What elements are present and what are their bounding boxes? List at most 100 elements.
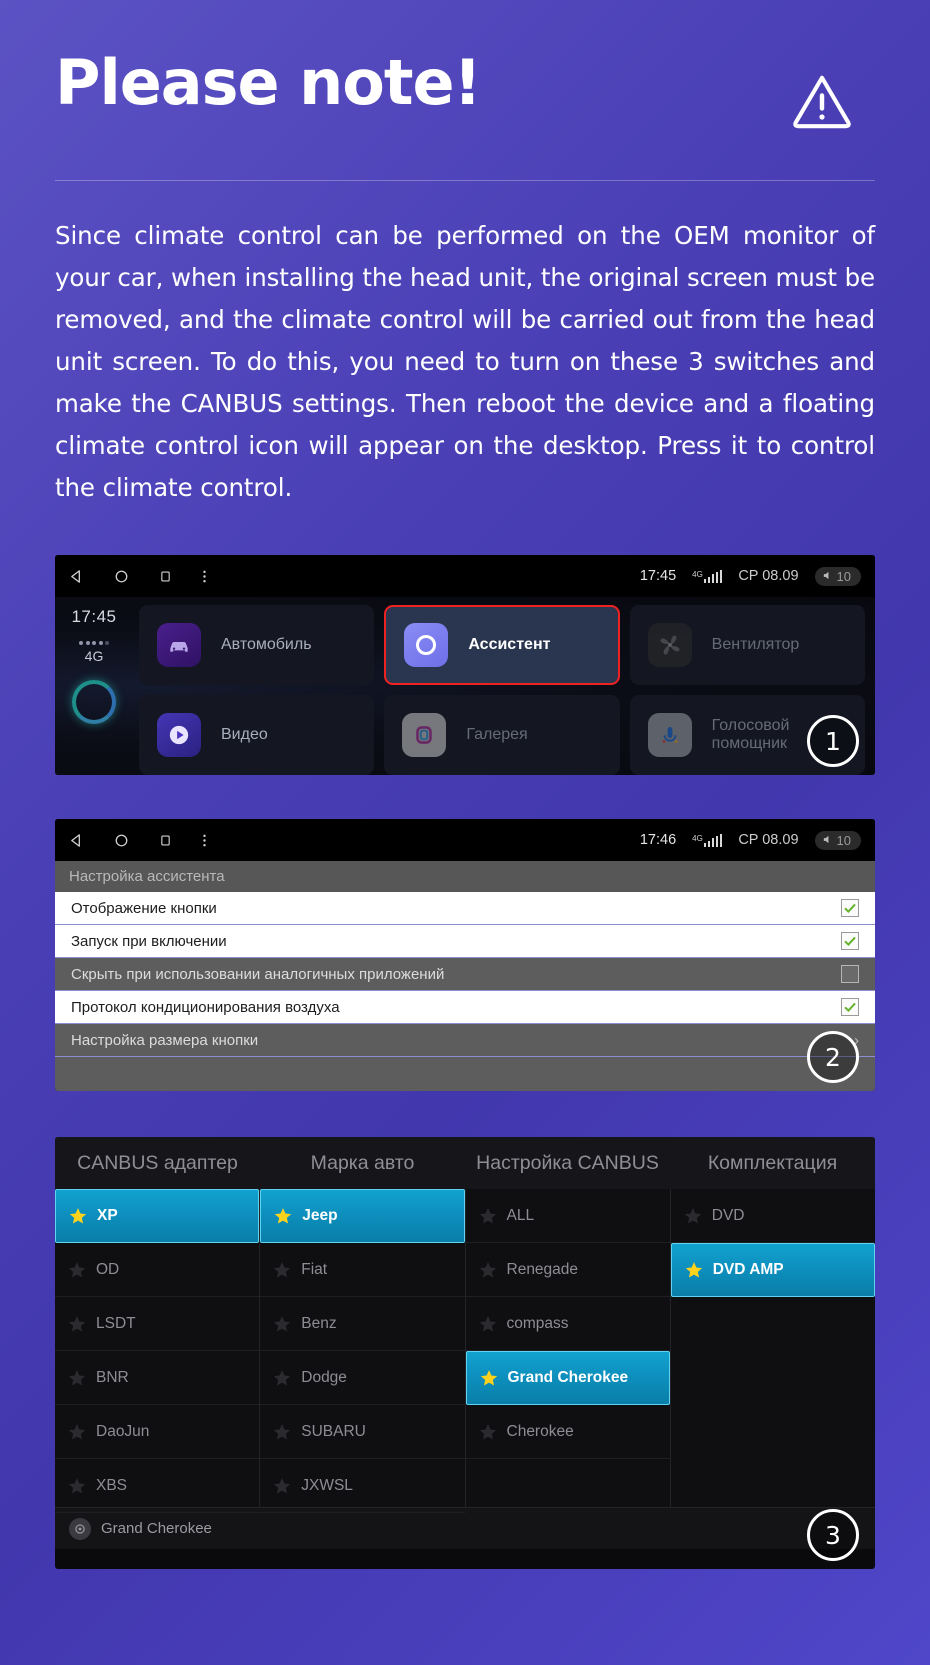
canbus-item-xp[interactable]: XP bbox=[55, 1189, 260, 1243]
home-circle-icon[interactable] bbox=[114, 569, 129, 584]
canbus-item-lsdt[interactable]: LSDT bbox=[55, 1297, 260, 1351]
page-title: Please note! bbox=[55, 46, 482, 119]
tile-label: Ассистент bbox=[468, 636, 551, 653]
star-icon bbox=[684, 1207, 701, 1223]
settings-row-autostart[interactable]: Запуск при включении bbox=[55, 925, 875, 958]
home-circle-icon[interactable] bbox=[114, 833, 129, 848]
video-icon bbox=[157, 713, 201, 757]
tile-label: Галерея bbox=[466, 726, 528, 743]
tile-fan[interactable]: Вентилятор bbox=[629, 605, 865, 685]
settings-section-title: Настройка ассистента bbox=[55, 861, 875, 892]
recents-square-icon[interactable] bbox=[159, 570, 172, 583]
canbus-item-renegade[interactable]: Renegade bbox=[465, 1243, 670, 1297]
signal-bars-icon: 4G bbox=[692, 569, 723, 583]
star-icon bbox=[480, 1370, 497, 1386]
canbus-item-daojun[interactable]: DaoJun bbox=[55, 1405, 260, 1459]
launcher-tile-grid: Автомобиль Ассистент Вентилятор Видео Га… bbox=[133, 597, 875, 775]
poster-page: Please note! Since climate control can b… bbox=[0, 0, 930, 1665]
canbus-column-adapter: XP OD LSDT BNR DaoJun XBS bbox=[55, 1189, 260, 1513]
tile-assistant[interactable]: Ассистент bbox=[384, 605, 620, 685]
checkbox-show-button[interactable] bbox=[841, 899, 859, 917]
canbus-item-dvd[interactable]: DVD bbox=[670, 1189, 875, 1243]
checkbox-autostart[interactable] bbox=[841, 932, 859, 950]
row-label: Настройка размера кнопки bbox=[71, 1031, 259, 1049]
item-label: XP bbox=[97, 1207, 118, 1224]
screenshot-launcher: 17:45 4G CP 08.09 10 17:45 4G Автомобиль… bbox=[55, 555, 875, 775]
item-label: DVD bbox=[711, 1206, 745, 1224]
canbus-item-jeep[interactable]: Jeep bbox=[260, 1189, 465, 1243]
canbus-item-fiat[interactable]: Fiat bbox=[260, 1243, 465, 1297]
canbus-item-bnr[interactable]: BNR bbox=[55, 1351, 260, 1405]
canbus-header-adapter: CANBUS адаптер bbox=[77, 1151, 238, 1174]
canbus-item-compass[interactable]: compass bbox=[465, 1297, 670, 1351]
car-icon bbox=[157, 623, 201, 667]
canbus-item-jxwsl[interactable]: JXWSL bbox=[260, 1459, 465, 1513]
sidebar-network-label: 4G bbox=[84, 648, 104, 664]
star-icon bbox=[274, 1315, 291, 1331]
item-label: ALL bbox=[506, 1206, 535, 1224]
canbus-item-subaru[interactable]: SUBARU bbox=[260, 1405, 465, 1459]
canbus-item-dodge[interactable]: Dodge bbox=[260, 1351, 465, 1405]
fan-icon bbox=[647, 623, 692, 667]
canbus-header-trim: Комплектация bbox=[707, 1151, 838, 1174]
canbus-header-car-brand: Марка авто bbox=[310, 1151, 415, 1174]
tile-video[interactable]: Видео bbox=[139, 695, 375, 775]
screenshot-assistant-settings: 17:46 4G CP 08.09 10 Настройка ассистент… bbox=[55, 819, 875, 1091]
canbus-item-all[interactable]: ALL bbox=[465, 1189, 670, 1243]
volume-icon bbox=[822, 569, 833, 584]
item-label: BNR bbox=[96, 1368, 129, 1386]
overflow-menu-icon[interactable] bbox=[202, 833, 207, 848]
item-label: Fiat bbox=[301, 1260, 328, 1278]
settings-row-button-size[interactable]: Настройка размера кнопки › bbox=[55, 1024, 875, 1057]
settings-empty-area bbox=[55, 1057, 875, 1091]
tile-gallery[interactable]: Галерея bbox=[384, 695, 620, 775]
settings-row-hide-similar-apps[interactable]: Скрыть при использовании аналогичных при… bbox=[55, 958, 875, 991]
canbus-item-dvd-amp[interactable]: DVD AMP bbox=[670, 1243, 875, 1297]
canbus-item-benz[interactable]: Benz bbox=[260, 1297, 465, 1351]
status-time: 17:46 bbox=[639, 832, 677, 848]
canbus-item-grand-cherokee[interactable]: Grand Cherokee bbox=[465, 1351, 670, 1405]
item-label: SUBARU bbox=[301, 1422, 366, 1440]
checkbox-hide-similar-apps[interactable] bbox=[841, 965, 859, 983]
row-label: Протокол кондиционирования воздуха bbox=[71, 998, 340, 1016]
assistant-ring-icon[interactable] bbox=[72, 680, 116, 724]
item-label: JXWSL bbox=[301, 1476, 353, 1494]
screenshot-canbus-settings: CANBUS адаптер Марка авто Настройка CANB… bbox=[55, 1137, 875, 1569]
item-label: Benz bbox=[301, 1314, 337, 1332]
car-settings-icon bbox=[69, 1517, 91, 1540]
tile-label: Вентилятор bbox=[711, 636, 800, 653]
status-volume[interactable]: 10 bbox=[814, 830, 861, 850]
settings-row-air-conditioning-protocol[interactable]: Протокол кондиционирования воздуха bbox=[55, 991, 875, 1024]
star-icon bbox=[479, 1207, 496, 1223]
canbus-item-cherokee[interactable]: Cherokee bbox=[465, 1405, 670, 1459]
item-label: OD bbox=[96, 1260, 120, 1278]
back-triangle-icon[interactable] bbox=[69, 833, 84, 848]
row-label: Запуск при включении bbox=[71, 932, 227, 950]
recents-square-icon[interactable] bbox=[159, 834, 172, 847]
back-triangle-icon[interactable] bbox=[69, 569, 84, 584]
item-label: DaoJun bbox=[96, 1422, 150, 1440]
item-label: Jeep bbox=[302, 1207, 338, 1224]
step-badge-1: 1 bbox=[807, 715, 859, 767]
star-icon bbox=[274, 1423, 291, 1439]
sidebar-clock: 17:45 bbox=[71, 607, 117, 626]
item-label: compass bbox=[506, 1314, 569, 1332]
star-icon bbox=[274, 1477, 291, 1493]
tile-label: Видео bbox=[221, 726, 268, 743]
canbus-item-od[interactable]: OD bbox=[55, 1243, 260, 1297]
warning-triangle-icon bbox=[791, 70, 853, 132]
header-divider bbox=[55, 180, 875, 181]
overflow-menu-icon[interactable] bbox=[202, 569, 207, 584]
star-icon bbox=[69, 1208, 87, 1224]
tile-automobile[interactable]: Автомобиль bbox=[139, 605, 375, 685]
row-label: Отображение кнопки bbox=[71, 899, 217, 917]
status-volume[interactable]: 10 bbox=[814, 566, 861, 586]
canbus-column-setting: ALL Renegade compass Grand Cherokee Cher… bbox=[464, 1189, 670, 1507]
checkbox-air-conditioning-protocol[interactable] bbox=[841, 998, 859, 1016]
settings-row-show-button[interactable]: Отображение кнопки bbox=[55, 892, 875, 925]
item-label: Grand Cherokee bbox=[507, 1369, 629, 1386]
canbus-item-xbs[interactable]: XBS bbox=[55, 1459, 260, 1513]
volume-value: 10 bbox=[836, 568, 851, 584]
page-header: Please note! bbox=[55, 0, 875, 132]
signal-bars-icon: 4G bbox=[692, 833, 723, 847]
